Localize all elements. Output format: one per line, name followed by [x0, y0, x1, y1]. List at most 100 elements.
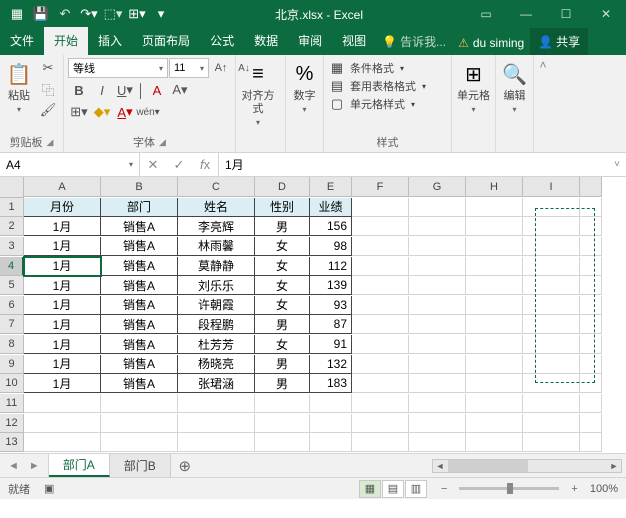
cell[interactable]	[409, 355, 466, 374]
row-header[interactable]: 13	[0, 433, 24, 452]
cell[interactable]	[352, 394, 409, 413]
cell[interactable]	[580, 335, 602, 354]
row-header[interactable]: 9	[0, 355, 24, 374]
cell[interactable]: 许朝霞	[178, 296, 255, 315]
cancel-formula-icon[interactable]: ✕	[140, 157, 166, 173]
cell[interactable]: 1月	[24, 237, 101, 256]
cell[interactable]	[466, 335, 523, 354]
copy-icon[interactable]: ⿻	[37, 79, 59, 99]
cut-icon[interactable]: ✂	[37, 58, 59, 78]
cell[interactable]	[523, 217, 580, 236]
font-fill-a-icon[interactable]: A▾	[169, 80, 191, 100]
autosave-icon[interactable]: ▦	[6, 3, 28, 25]
cell[interactable]: 93	[310, 296, 352, 315]
cell[interactable]: 销售A	[101, 257, 178, 276]
cell[interactable]	[409, 257, 466, 276]
fx-icon[interactable]: fx	[192, 157, 218, 172]
row-header[interactable]: 10	[0, 374, 24, 393]
cell[interactable]: 部门	[101, 198, 178, 217]
column-header[interactable]: A	[24, 177, 101, 197]
expand-formula-bar-icon[interactable]: ˅	[608, 153, 626, 176]
number-button[interactable]: % 数字 ▾	[290, 58, 319, 114]
cell[interactable]: 段程鹏	[178, 315, 255, 334]
cell[interactable]	[178, 394, 255, 413]
row-header[interactable]: 6	[0, 296, 24, 315]
border-button[interactable]: ⊞▾	[68, 102, 90, 122]
sheet-nav-prev-icon[interactable]: ◄	[8, 460, 19, 472]
font-color-a-icon[interactable]: A	[146, 80, 168, 100]
zoom-in-button[interactable]: +	[567, 483, 581, 495]
touch-icon[interactable]: ⬚▾	[102, 3, 124, 25]
cell[interactable]	[352, 237, 409, 256]
cell[interactable]: 女	[255, 257, 310, 276]
cell[interactable]: 李亮辉	[178, 217, 255, 236]
cell[interactable]: 女	[255, 335, 310, 354]
zoom-slider[interactable]	[459, 487, 559, 490]
cell[interactable]: 林雨馨	[178, 237, 255, 256]
cell[interactable]: 男	[255, 374, 310, 393]
cell[interactable]	[466, 414, 523, 433]
cell[interactable]	[352, 296, 409, 315]
cell[interactable]: 男	[255, 315, 310, 334]
cell[interactable]: 杜芳芳	[178, 335, 255, 354]
cell[interactable]	[580, 433, 602, 452]
cell[interactable]: 139	[310, 276, 352, 295]
cell[interactable]	[409, 217, 466, 236]
share-button[interactable]: 👤共享	[530, 28, 588, 55]
cell[interactable]: 销售A	[101, 276, 178, 295]
cell[interactable]	[409, 296, 466, 315]
row-header[interactable]: 5	[0, 276, 24, 295]
cell[interactable]: 91	[310, 335, 352, 354]
cell[interactable]: 132	[310, 355, 352, 374]
cell[interactable]	[466, 257, 523, 276]
cell[interactable]	[409, 315, 466, 334]
cell[interactable]	[24, 433, 101, 452]
cell[interactable]	[580, 355, 602, 374]
tab-data[interactable]: 数据	[244, 27, 288, 55]
tab-file[interactable]: 文件	[0, 27, 44, 55]
column-header[interactable]: G	[409, 177, 466, 197]
cell[interactable]	[580, 394, 602, 413]
italic-button[interactable]: I	[91, 80, 113, 100]
cell[interactable]	[255, 394, 310, 413]
user-account[interactable]: ⚠du siming	[452, 31, 530, 55]
qat-more-icon[interactable]: ▾	[150, 3, 172, 25]
paste-button[interactable]: 📋 粘贴 ▾	[4, 58, 34, 114]
normal-view-button[interactable]: ▦	[359, 480, 381, 498]
cell[interactable]	[101, 414, 178, 433]
zoom-level[interactable]: 100%	[590, 483, 618, 495]
cell[interactable]: 销售A	[101, 315, 178, 334]
add-sheet-button[interactable]: ⊕	[171, 454, 199, 477]
column-header[interactable]: B	[101, 177, 178, 197]
font-color-button[interactable]: A▾	[114, 102, 136, 122]
cell[interactable]	[523, 276, 580, 295]
conditional-format-button[interactable]: ▦条件格式▾	[328, 60, 426, 76]
cell[interactable]	[310, 433, 352, 452]
cell[interactable]: 销售A	[101, 237, 178, 256]
cell[interactable]	[24, 414, 101, 433]
cell[interactable]	[409, 414, 466, 433]
cell[interactable]	[523, 374, 580, 393]
cell[interactable]	[466, 276, 523, 295]
dialog-launcher-icon[interactable]: ◢	[47, 137, 54, 148]
tab-layout[interactable]: 页面布局	[132, 27, 200, 55]
cell[interactable]: 1月	[24, 315, 101, 334]
cell[interactable]	[580, 276, 602, 295]
cell[interactable]: 性别	[255, 198, 310, 217]
cell[interactable]: 女	[255, 276, 310, 295]
cell[interactable]	[580, 237, 602, 256]
page-break-view-button[interactable]: ▥	[405, 480, 427, 498]
row-header[interactable]: 11	[0, 394, 24, 413]
cell[interactable]	[580, 414, 602, 433]
zoom-out-button[interactable]: −	[437, 483, 451, 495]
cell[interactable]: 男	[255, 217, 310, 236]
cell[interactable]: 莫静静	[178, 257, 255, 276]
cell[interactable]	[310, 414, 352, 433]
cell[interactable]	[24, 394, 101, 413]
cell[interactable]: 98	[310, 237, 352, 256]
sheet-tab-b[interactable]: 部门B	[110, 454, 171, 477]
cell[interactable]	[580, 296, 602, 315]
cell[interactable]: 112	[310, 257, 352, 276]
cell[interactable]: 销售A	[101, 335, 178, 354]
cell[interactable]	[523, 296, 580, 315]
